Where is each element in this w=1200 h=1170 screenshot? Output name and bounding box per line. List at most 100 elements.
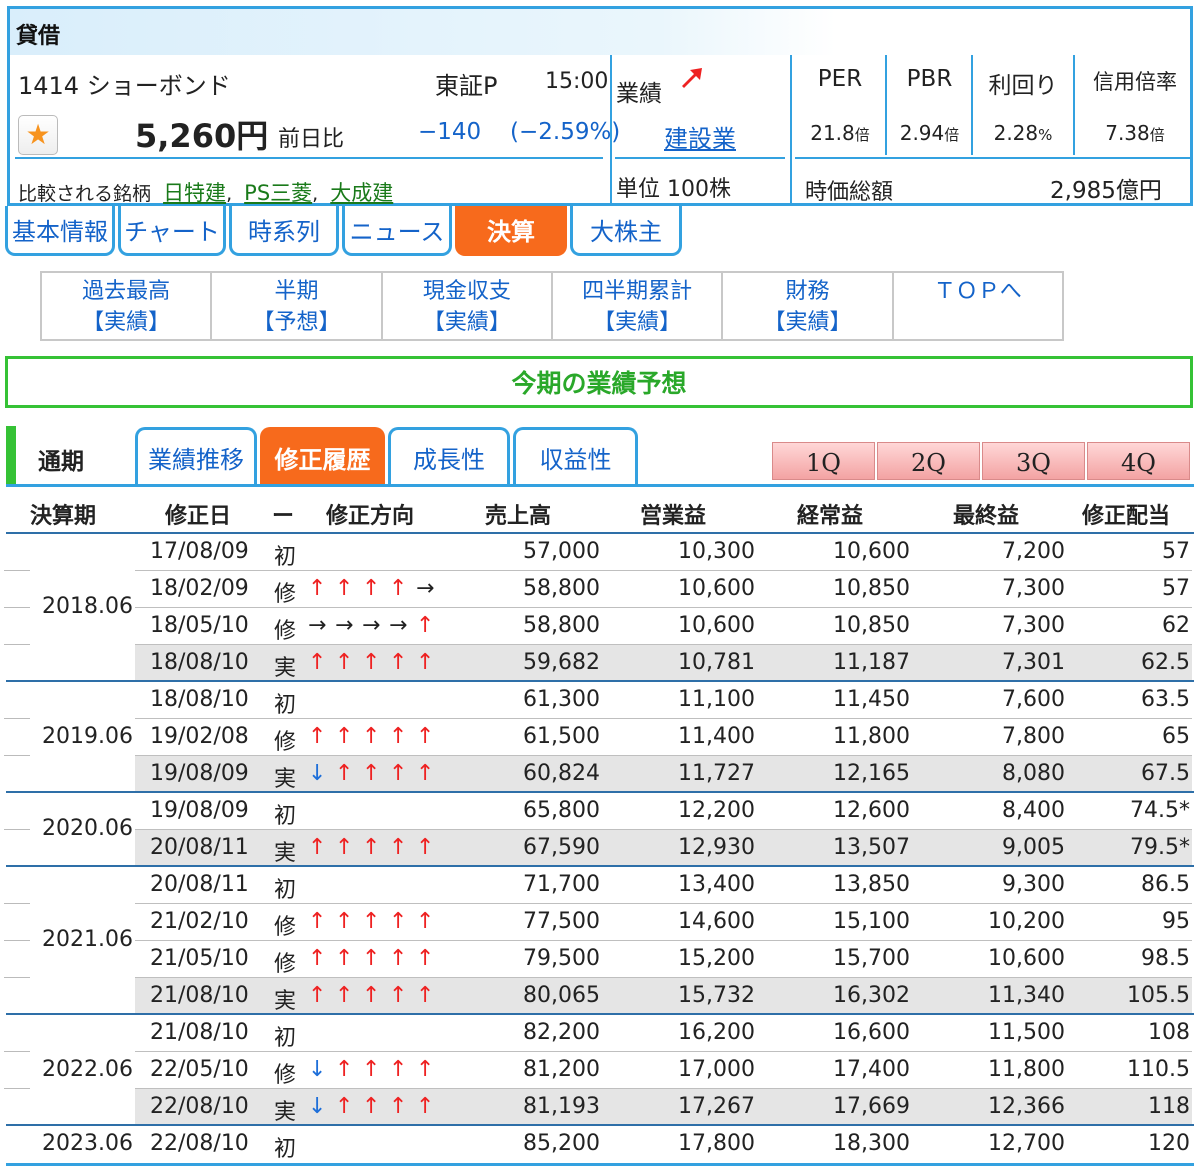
revision-type: 初: [274, 693, 297, 718]
tab-major-shareholders[interactable]: 大株主: [570, 206, 682, 256]
period-marker: [6, 426, 16, 484]
compare-link-3[interactable]: 大成建: [330, 181, 393, 205]
revision-direction: ↑ ↑ ↑ ↑ ↑: [308, 650, 443, 675]
pbr-label: PBR: [906, 66, 953, 92]
operating-profit-value: 11,100: [678, 687, 755, 712]
header-bar: 貸借: [10, 9, 1190, 55]
subnav-cashflow[interactable]: 現金収支 【実績】: [383, 273, 553, 339]
q1-button[interactable]: 1Q: [772, 442, 875, 480]
compare-row: 比較される銘柄 日特建, PS三菱, 大成建: [18, 177, 393, 207]
arrow-up-icon: ↑: [362, 1094, 381, 1119]
operating-profit-value: 12,200: [678, 798, 755, 823]
subtab-profitability[interactable]: 収益性: [513, 427, 638, 485]
arrow-up-icon: ↑: [308, 909, 327, 934]
revision-type: 修: [274, 1063, 297, 1088]
arrow-up-icon: ↑: [335, 650, 354, 675]
tab-timeseries[interactable]: 時系列: [229, 206, 339, 256]
subtab-growth[interactable]: 成長性: [388, 427, 510, 485]
table-row: 19/08/09 初 65,800 12,200 12,600 8,400 74.5*: [0, 793, 1200, 830]
sales-value: 61,300: [523, 687, 600, 712]
revision-type: 実: [274, 767, 297, 792]
subtab-trend[interactable]: 業績推移: [135, 427, 257, 485]
table-row: 22/08/10 初 85,200 17,800 18,300 12,700 120: [0, 1126, 1200, 1163]
fiscal-period: 2020.06: [42, 816, 133, 841]
subnav-financial[interactable]: 財務 【実績】: [723, 273, 894, 339]
operating-profit-value: 15,732: [678, 983, 755, 1008]
favorite-star-button[interactable]: ★: [18, 115, 58, 155]
dividend-value: 67.5: [1141, 761, 1190, 786]
tab-basic-info[interactable]: 基本情報: [5, 206, 115, 256]
operating-profit-value: 16,200: [678, 1020, 755, 1045]
arrow-up-icon: ↑: [335, 835, 354, 860]
dividend-value: 95: [1162, 909, 1190, 934]
table-row: 18/08/10 実 ↑ ↑ ↑ ↑ ↑ 59,682 10,781 11,187 7,301 62.…: [0, 645, 1200, 682]
group-tick: [4, 940, 30, 941]
ordinary-profit-value: 16,302: [833, 983, 910, 1008]
arrow-up-icon: ↑: [362, 650, 381, 675]
section-label: 貸借: [16, 24, 61, 49]
arrow-right-icon: →: [416, 576, 435, 601]
tab-underline: [6, 484, 1194, 487]
arrow-up-icon: ↑: [389, 983, 408, 1008]
group-tick: [4, 903, 30, 904]
sales-value: 77,500: [523, 909, 600, 934]
compare-link-1[interactable]: 日特建: [163, 181, 226, 205]
col-net-profit: 最終益: [953, 504, 1020, 529]
ordinary-profit-value: 18,300: [833, 1131, 910, 1156]
col-revision-date: 修正日: [165, 504, 232, 529]
sales-value: 58,800: [523, 613, 600, 638]
q4-button[interactable]: 4Q: [1087, 442, 1190, 480]
sales-value: 80,065: [523, 983, 600, 1008]
revision-date: 18/02/09: [150, 576, 249, 601]
ordinary-profit-value: 17,669: [833, 1094, 910, 1119]
revision-type: 初: [274, 878, 297, 903]
arrow-up-icon: ↑: [389, 761, 408, 786]
fiscal-period: 2021.06: [42, 927, 133, 952]
revision-direction: ↑ ↑ ↑ ↑ ↑: [308, 724, 443, 749]
arrow-up-icon: ↑: [389, 835, 408, 860]
subtab-revision-history[interactable]: 修正履歴: [260, 427, 385, 485]
q2-button[interactable]: 2Q: [877, 442, 980, 480]
revision-direction: → → → → ↑: [308, 613, 443, 638]
market-cap-value: 2,985億円: [1050, 178, 1162, 204]
sales-value: 81,200: [523, 1057, 600, 1082]
table-header: 決算期 修正日 ー 修正方向 売上高 営業益 経常益 最終益 修正配当: [0, 490, 1200, 532]
sales-value: 71,700: [523, 872, 600, 897]
table-row: 18/05/10 修 → → → → ↑ 58,800 10,600 10,850 7,300 62: [0, 608, 1200, 645]
compare-link-2[interactable]: PS三菱: [244, 181, 312, 205]
operating-profit-value: 10,781: [678, 650, 755, 675]
ordinary-profit-value: 10,850: [833, 613, 910, 638]
revision-direction: ↑ ↑ ↑ ↑ ↑: [308, 946, 443, 971]
subnav-half-year[interactable]: 半期 【予想】: [212, 273, 383, 339]
arrow-up-icon: ↑: [362, 983, 381, 1008]
divider: [615, 157, 785, 159]
arrow-up-icon: ↑: [362, 724, 381, 749]
sales-value: 82,200: [523, 1020, 600, 1045]
pbr-value: 2.94倍: [899, 121, 960, 145]
arrow-up-icon: ↑: [389, 1094, 408, 1119]
group-tick: [4, 644, 30, 645]
revision-type: 実: [274, 656, 297, 681]
subnav-top[interactable]: ＴＯＰへ: [894, 273, 1062, 339]
tab-chart[interactable]: チャート: [118, 206, 226, 256]
revision-date: 21/08/10: [150, 1020, 249, 1045]
subnav-record-high[interactable]: 過去最高 【実績】: [42, 273, 213, 339]
subnav-quarterly[interactable]: 四半期累計 【実績】: [553, 273, 724, 339]
dividend-value: 110.5: [1127, 1057, 1190, 1082]
industry-link[interactable]: 建設業: [664, 119, 736, 154]
market-cap-label: 時価総額: [805, 180, 894, 205]
ordinary-profit-value: 13,850: [833, 872, 910, 897]
dividend-value: 57: [1162, 539, 1190, 564]
sales-value: 67,590: [523, 835, 600, 860]
arrow-up-icon: ↑: [389, 909, 408, 934]
table-row: 20/08/11 実 ↑ ↑ ↑ ↑ ↑ 67,590 12,930 13,507 9,005 79.…: [0, 830, 1200, 867]
operating-profit-value: 15,200: [678, 946, 755, 971]
revision-date: 18/08/10: [150, 687, 249, 712]
yield-value: 2.28%: [993, 121, 1053, 145]
sales-value: 81,193: [523, 1094, 600, 1119]
q3-button[interactable]: 3Q: [982, 442, 1085, 480]
tab-earnings[interactable]: 決算: [455, 206, 567, 256]
revision-direction: ↑ ↑ ↑ ↑ ↑: [308, 983, 443, 1008]
tab-news[interactable]: ニュース: [342, 206, 452, 256]
table-row: 20/08/11 初 71,700 13,400 13,850 9,300 86.5: [0, 867, 1200, 904]
